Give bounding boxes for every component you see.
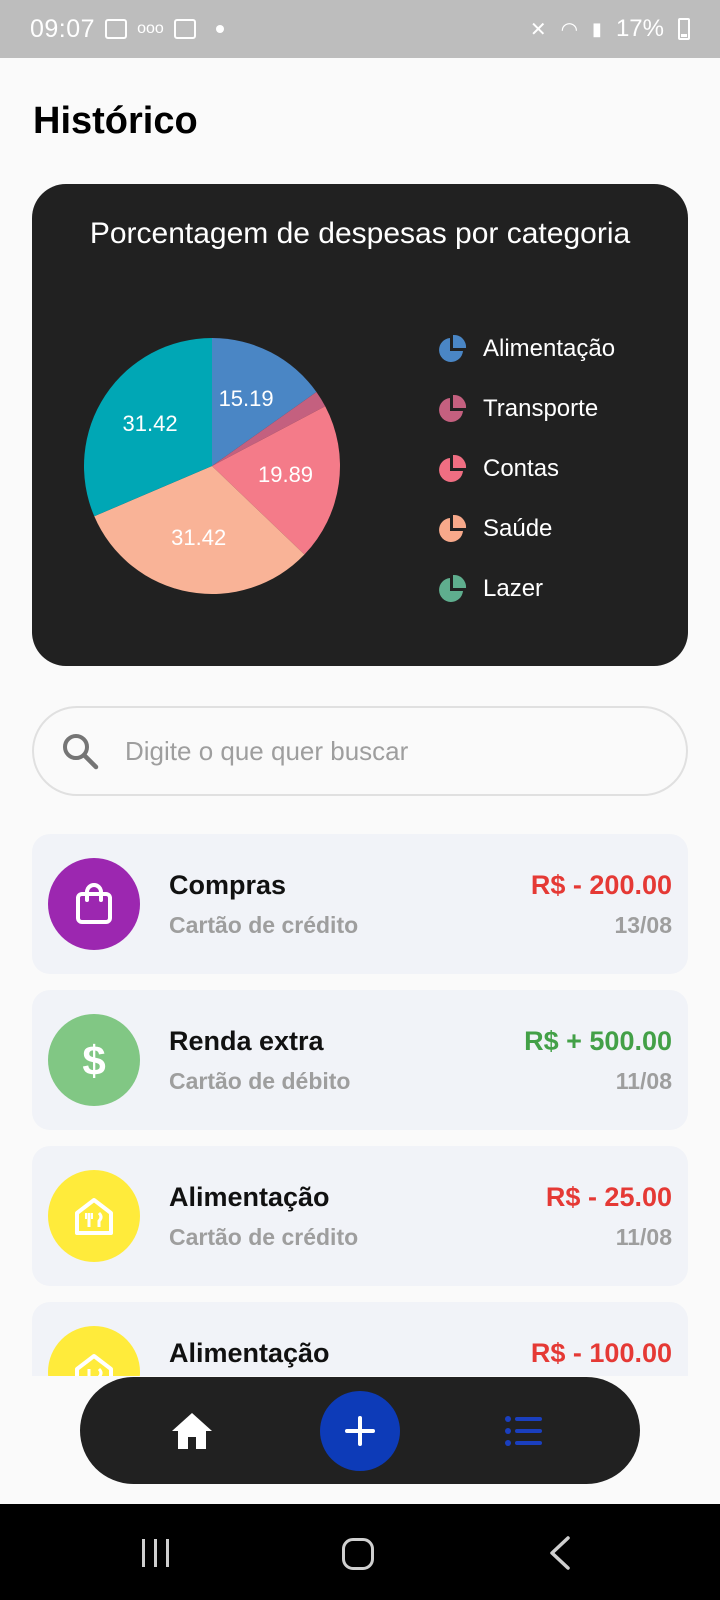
battery-icon [678,18,690,40]
legend-label: Contas [483,455,560,482]
page-title: Histórico [33,100,198,142]
pie-data-label: 31.42 [171,525,226,550]
legend-item: Saúde [437,499,615,559]
search-icon [63,734,99,770]
bottom-navigation [80,1377,640,1484]
restaurant-icon [75,1354,113,1376]
transaction-item[interactable]: Alimentação Cartão de crédito R$ - 25.00… [32,1146,688,1286]
legend-label: Alimentação [483,335,616,362]
transaction-title: Alimentação [169,1338,330,1368]
wifi-icon: ◠ [560,18,579,41]
system-navigation-bar [0,1504,720,1600]
shopping-bag-icon [76,883,112,924]
mail-notification-icon [173,19,196,39]
legend-label: Transporte [483,395,599,422]
recents-icon[interactable] [138,1539,174,1567]
legend-item: Contas [437,439,615,499]
transaction-avatar: $ [48,1014,140,1106]
mute-icon: ✕ [529,18,547,41]
transaction-title: Alimentação [169,1182,330,1212]
transaction-method: Cartão de crédito [169,1224,359,1250]
transaction-amount: R$ + 500.00 [524,1026,672,1056]
gallery-notification-icon [105,19,128,39]
restaurant-icon [75,1198,113,1235]
chart-title: Porcentagem de despesas por categoria [89,217,631,250]
add-button[interactable] [320,1391,400,1471]
pie-chart-icon [439,454,467,482]
legend-item: Lazer [437,559,615,619]
transaction-date: 11/08 [615,1068,672,1094]
svg-text:$: $ [82,1037,105,1084]
transaction-title: Compras [169,870,287,900]
pie-chart-icon [439,574,467,602]
pie-data-label: 31.42 [123,411,178,436]
legend-item: Transporte [437,379,615,439]
transaction-method: Cartão de débito [169,1068,351,1094]
status-time: 09:07 [30,14,96,43]
pie-data-label: 15.19 [219,386,274,411]
transaction-amount: R$ - 100.00 [530,1338,672,1368]
expense-pie-chart: 15.19 19.89 31.42 31.42 [84,338,340,594]
legend-label: Saúde [483,515,553,542]
system-home-icon[interactable] [342,1538,374,1570]
search-input[interactable] [125,735,645,767]
search-bar[interactable] [32,706,688,796]
back-icon[interactable] [548,1536,572,1570]
legend-item: Alimentação [437,319,615,379]
signal-icon: ▮ [592,18,602,39]
transaction-avatar [48,858,140,950]
transaction-date: 13/08 [614,912,672,938]
status-bar: 09:07 ooo ✕ ◠ ▮ 17% [0,0,720,58]
pie-data-label: 19.89 [258,462,313,487]
add-icon [345,1416,375,1446]
transaction-item[interactable]: Alimentação R$ - 100.00 [32,1302,688,1376]
pie-chart-icon [439,334,467,362]
expense-chart-card: Porcentagem de despesas por categoria 15… [32,184,688,666]
transaction-avatar [48,1326,140,1376]
home-icon[interactable] [170,1409,214,1453]
transaction-item[interactable]: Compras Cartão de crédito R$ - 200.00 13… [32,834,688,974]
transaction-amount: R$ - 25.00 [545,1182,672,1212]
transaction-list: Compras Cartão de crédito R$ - 200.00 13… [32,834,688,1376]
transaction-date: 11/08 [615,1224,672,1250]
battery-percent: 17% [615,15,664,42]
pie-chart-icon [439,514,467,542]
transaction-avatar [48,1170,140,1262]
voicemail-notification-icon: ooo [137,20,164,37]
chart-legend: Alimentação Transporte Contas Saúde Lazer [437,319,615,619]
pie-chart-icon [439,394,467,422]
transaction-amount: R$ - 200.00 [530,870,672,900]
dollar-icon: $ [82,1037,105,1084]
transaction-title: Renda extra [169,1026,324,1056]
legend-label: Lazer [483,575,544,602]
transaction-method: Cartão de crédito [169,912,359,938]
transaction-item[interactable]: $ Renda extra Cartão de débito R$ + 500.… [32,990,688,1130]
more-notifications-icon [215,25,224,33]
list-icon[interactable] [504,1411,544,1451]
